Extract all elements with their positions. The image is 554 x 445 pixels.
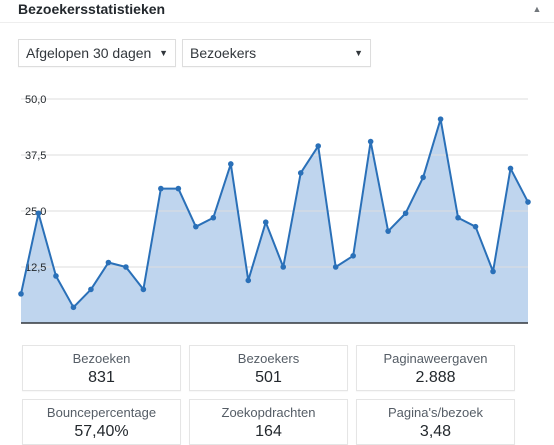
data-point [245,277,252,284]
data-point [18,291,24,297]
data-point [262,219,269,225]
data-point [332,264,339,270]
data-point [525,199,531,205]
stat-value: 831 [88,369,115,386]
metric-select[interactable]: Bezoekers ▼ [182,39,371,67]
data-point [70,304,77,311]
data-point [367,138,374,145]
stat-card-bounce-rate: Bouncepercentage 57,40% [22,399,181,445]
data-point [158,185,164,192]
stat-card-searches: Zoekopdrachten 164 [189,399,348,445]
stat-value: 164 [255,423,282,440]
stat-card-pages-per-visit: Pagina's/bezoek 3,48 [356,399,515,445]
stat-card-visits: Bezoeken 831 [22,345,181,391]
area-fill [21,119,528,323]
data-point [490,268,496,275]
data-point [455,214,461,221]
triangle-up-icon[interactable]: ▲ [528,0,546,18]
widget-title: Bezoekersstatistieken [18,1,166,17]
data-point [227,161,234,167]
data-point [385,228,391,234]
data-point [507,165,514,172]
stat-label: Pagina's/bezoek [388,405,483,420]
triangle-down-icon: ▼ [159,48,168,58]
data-point [420,174,426,181]
data-point [297,170,304,176]
stat-label: Bezoeken [72,351,131,366]
data-point [140,286,147,293]
stat-label: Bezoekers [237,351,300,366]
triangle-down-icon: ▼ [354,48,363,58]
date-range-value: Afgelopen 30 dagen [26,45,152,61]
data-point [402,210,409,217]
stat-value: 501 [255,369,282,386]
data-point [350,253,356,259]
data-point [437,116,444,122]
data-point [175,185,182,192]
data-point [472,223,479,230]
stat-label: Paginaweergaven [383,351,488,366]
data-point [193,223,199,230]
date-range-select[interactable]: Afgelopen 30 dagen ▼ [18,39,176,67]
stat-value: 3,48 [419,423,452,440]
data-point [210,214,217,221]
stat-label: Bouncepercentage [46,405,157,420]
widget-header: Bezoekersstatistieken ▲ [0,0,554,23]
metric-value: Bezoekers [190,45,257,61]
y-tick-label: 25,0 [25,206,46,218]
data-point [88,286,94,293]
data-point [53,273,59,279]
data-point [280,264,287,270]
stat-label: Zoekopdrachten [221,405,316,420]
visitors-chart: 12,525,037,550,0 [18,94,531,324]
stat-value: 57,40% [74,423,129,440]
y-tick-label: 37,5 [25,150,46,162]
data-point [123,264,129,270]
stat-value: 2.888 [415,369,456,386]
data-point [105,259,112,266]
stat-card-pageviews: Paginaweergaven 2.888 [356,345,515,391]
data-point [315,143,322,149]
data-point [35,210,42,217]
y-tick-label: 50,0 [25,94,46,106]
stat-card-visitors: Bezoekers 501 [189,345,348,391]
